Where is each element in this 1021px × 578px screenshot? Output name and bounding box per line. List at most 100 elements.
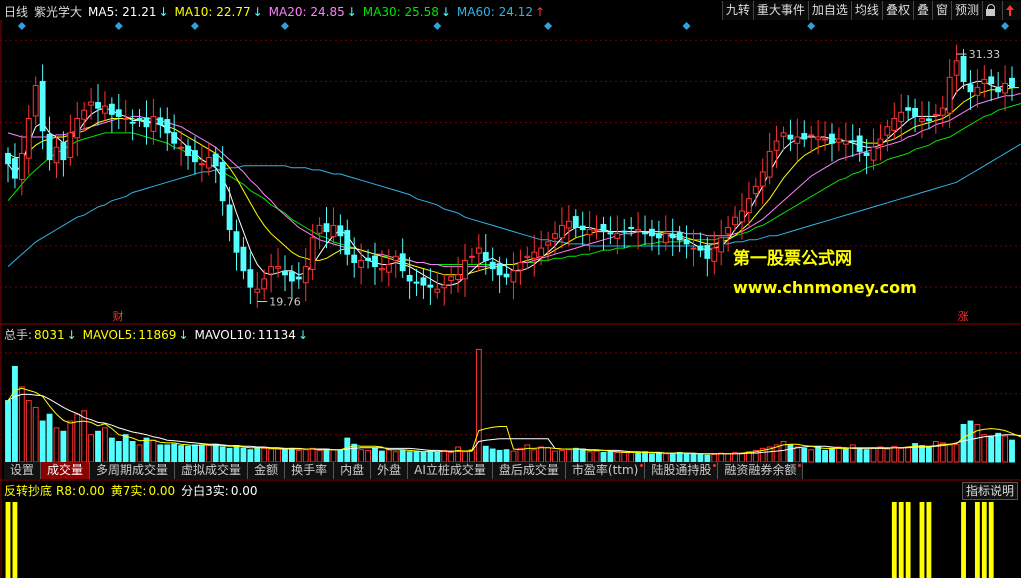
- volume-bar: [198, 444, 205, 463]
- forecast-button[interactable]: 预测: [950, 1, 982, 20]
- event-diamond-icon[interactable]: [17, 22, 26, 30]
- candle-body: [621, 230, 628, 233]
- candle-body: [378, 268, 385, 271]
- event-diamond-icon[interactable]: [682, 22, 691, 30]
- volume-bar: [870, 447, 877, 463]
- event-diamond-icon[interactable]: [190, 22, 199, 30]
- volume-bar: [413, 450, 420, 463]
- tab-turnover[interactable]: 换手率: [285, 462, 335, 479]
- ma5-line: [7, 80, 1012, 286]
- volume-bar: [337, 449, 344, 463]
- candle-body: [912, 107, 918, 117]
- candle-body: [434, 288, 441, 293]
- candle-body: [143, 117, 150, 128]
- candle-body: [157, 117, 164, 126]
- candle-body: [531, 251, 538, 259]
- event-diamond-icon[interactable]: [807, 22, 816, 30]
- volume-bar: [25, 400, 32, 463]
- volume-bar: [295, 449, 302, 463]
- period-label[interactable]: 日线: [4, 5, 28, 19]
- tab-northbound-holdings[interactable]: 陆股通持股: [645, 462, 719, 479]
- volume-bar: [372, 447, 378, 463]
- tab-pe-ttm[interactable]: 市盈率(ttm): [565, 462, 646, 479]
- overlay-button[interactable]: 叠: [912, 1, 932, 20]
- candle-body: [718, 237, 725, 253]
- candle-body: [115, 109, 122, 117]
- event-diamond-icon[interactable]: [114, 22, 123, 30]
- volume-bar: [18, 386, 25, 463]
- tab-virtual-volume[interactable]: 虚拟成交量: [175, 462, 249, 479]
- candle-body: [676, 232, 683, 241]
- lock-icon[interactable]: [982, 1, 1002, 20]
- ma20-value: 24.85: [310, 5, 345, 19]
- candle-body: [372, 255, 378, 268]
- candle-body: [815, 136, 822, 140]
- tab-multi-period-volume[interactable]: 多周期成交量: [90, 462, 176, 479]
- event-diamonds[interactable]: [17, 22, 1010, 30]
- volume-bar: [434, 451, 441, 463]
- tab-after-hours-volume[interactable]: 盘后成交量: [492, 462, 566, 479]
- candle-body: [455, 274, 461, 281]
- volume-bar: [219, 446, 226, 463]
- volume-bar: [925, 447, 932, 463]
- mavol5-line: [7, 387, 1021, 455]
- indicator-help-button[interactable]: 指标说明: [961, 482, 1018, 500]
- candle-body: [261, 278, 268, 290]
- total-volume-value: 8031: [34, 328, 65, 342]
- candle-body: [690, 247, 697, 250]
- candle-body: [365, 257, 371, 261]
- add-watchlist-button[interactable]: 加自选: [807, 1, 851, 20]
- event-diamond-icon[interactable]: [433, 22, 442, 30]
- event-diamond-icon[interactable]: [280, 22, 289, 30]
- tab-inner[interactable]: 内盘: [334, 462, 372, 479]
- candle-body: [39, 80, 46, 132]
- candle-body: [849, 140, 856, 143]
- volume-bar: [385, 449, 392, 463]
- volume-bar: [981, 434, 988, 463]
- major-events-button[interactable]: 重大事件: [752, 1, 808, 20]
- volume-bar: [690, 453, 697, 463]
- indicator-name[interactable]: 反转抄底: [4, 484, 52, 498]
- tab-settings[interactable]: 设置: [4, 462, 42, 479]
- volume-bar: [649, 453, 655, 463]
- volume-bar: [268, 448, 275, 463]
- tab-amount[interactable]: 金额: [248, 462, 286, 479]
- r8-value: 0.00: [78, 484, 105, 498]
- jiuzhuan-button[interactable]: 九转: [721, 1, 753, 20]
- volume-bar: [655, 451, 662, 463]
- tab-volume[interactable]: 成交量: [41, 462, 91, 479]
- event-marker[interactable]: 财: [113, 309, 124, 323]
- event-diamond-icon[interactable]: [544, 22, 553, 30]
- tab-pe-ttm-label: 市盈率(ttm): [571, 463, 639, 477]
- volume-bar: [150, 439, 157, 463]
- candle-body: [468, 255, 475, 258]
- fen-value: 0.00: [230, 484, 258, 498]
- candle-body: [766, 150, 773, 178]
- adjust-rights-button[interactable]: 叠权: [881, 1, 913, 20]
- volume-bar: [53, 427, 60, 463]
- tab-outer[interactable]: 外盘: [371, 462, 409, 479]
- up-arrow-icon[interactable]: [1002, 1, 1021, 20]
- window-button[interactable]: 窗: [931, 1, 951, 20]
- candle-body: [254, 288, 261, 293]
- volume-bar: [517, 447, 524, 463]
- volume-bar: [192, 444, 198, 463]
- volume-bar: [39, 420, 46, 463]
- r8-label: R8:: [56, 484, 77, 498]
- moving-average-button[interactable]: 均线: [850, 1, 882, 20]
- event-diamond-icon[interactable]: [1001, 22, 1010, 30]
- candle-body: [662, 233, 669, 244]
- candle-body: [1009, 77, 1015, 89]
- candle-body: [614, 233, 621, 239]
- volume-bar: [115, 441, 122, 463]
- event-marker[interactable]: 涨: [958, 310, 969, 323]
- candle-body: [697, 245, 704, 251]
- candle-body: [192, 150, 198, 163]
- volume-bar: [718, 452, 725, 463]
- tab-margin-balance[interactable]: 融资融券余额: [718, 462, 804, 479]
- candle-body: [628, 226, 635, 229]
- candle-body: [67, 132, 74, 159]
- tab-ai-volume[interactable]: AI立桩成交量: [408, 462, 493, 479]
- volume-bar: [822, 449, 828, 463]
- candle-body: [288, 271, 295, 282]
